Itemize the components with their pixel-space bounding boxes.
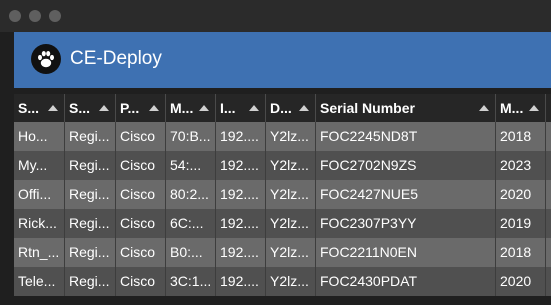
column-header[interactable]: I... [216, 94, 266, 122]
table-cell: 54:... [166, 151, 216, 180]
zoom-window-button[interactable] [49, 10, 61, 22]
table-cell [546, 209, 551, 238]
table-cell: Cisco [116, 238, 166, 267]
sort-ascending-icon [48, 105, 58, 111]
paw-logo-icon [31, 44, 61, 74]
table-cell: FOC2307P3YY [316, 209, 496, 238]
table-row[interactable]: Offi... Regi... Cisco 80:2... 192.... Y2lz...… [14, 180, 551, 209]
table-cell: 192.... [216, 238, 266, 267]
column-header[interactable]: M... [496, 94, 546, 122]
column-header[interactable]: S... [14, 94, 65, 122]
table-cell: Offi... [14, 180, 65, 209]
table-row[interactable]: Rtn_... Regi... Cisco B0:... 192.... Y2lz... F… [14, 238, 551, 267]
table-cell: 2019 [496, 209, 546, 238]
device-table: S... S... P... M... I... D... Serial Number M..… [14, 94, 551, 305]
app-header: CE-Deploy [14, 32, 551, 88]
column-header[interactable]: S... [65, 94, 116, 122]
table-cell: 2020 [496, 267, 546, 296]
table-row[interactable]: Tele... Regi... Cisco 3C:1... 192.... Y2lz...… [14, 267, 551, 296]
table-cell: Y2lz... [266, 209, 316, 238]
sort-ascending-icon [249, 105, 259, 111]
sort-ascending-icon [299, 105, 309, 111]
window-titlebar [0, 0, 551, 32]
table-cell: FOC2211N0EN [316, 238, 496, 267]
table-row[interactable]: Rick... Regi... Cisco 6C:... 192.... Y2lz... F… [14, 209, 551, 238]
table-cell: 6C:... [166, 209, 216, 238]
table-body: Ho... Regi... Cisco 70:B... 192.... Y2lz... FO… [14, 122, 551, 296]
table-cell: FOC2430PDAT [316, 267, 496, 296]
table-cell: Y2lz... [266, 267, 316, 296]
table-cell: Regi... [65, 180, 116, 209]
table-cell: B0:... [166, 238, 216, 267]
table-cell: Y2lz... [266, 122, 316, 151]
table-cell: 192.... [216, 209, 266, 238]
table-cell: 3C:1... [166, 267, 216, 296]
table-cell: Cisco [116, 267, 166, 296]
sort-ascending-icon [529, 105, 539, 111]
table-cell: 2020 [496, 180, 546, 209]
column-header-label: D... [270, 100, 292, 116]
table-cell [546, 180, 551, 209]
table-header: S... S... P... M... I... D... Serial Number M..… [14, 94, 551, 122]
column-header-label: I... [220, 100, 236, 116]
table-cell: FOC2702N9ZS [316, 151, 496, 180]
table-cell [546, 151, 551, 180]
table-cell [546, 267, 551, 296]
close-window-button[interactable] [9, 10, 21, 22]
column-header-label: S... [69, 100, 91, 116]
table-cell: Y2lz... [266, 180, 316, 209]
table-cell: 80:2... [166, 180, 216, 209]
sort-ascending-icon [149, 105, 159, 111]
sort-ascending-icon [199, 105, 209, 111]
sort-ascending-icon [99, 105, 109, 111]
table-cell: Y2lz... [266, 151, 316, 180]
table-row[interactable]: My... Regi... Cisco 54:... 192.... Y2lz... FOC… [14, 151, 551, 180]
table-cell: Tele... [14, 267, 65, 296]
sort-ascending-icon [479, 105, 489, 111]
table-row[interactable]: Ho... Regi... Cisco 70:B... 192.... Y2lz... FO… [14, 122, 551, 151]
table-cell: 192.... [216, 180, 266, 209]
table-cell: Regi... [65, 238, 116, 267]
column-header[interactable] [546, 94, 551, 122]
column-header[interactable]: P... [116, 94, 166, 122]
column-header-label: M... [170, 100, 194, 116]
column-header-label: M... [500, 100, 524, 116]
table-cell: Cisco [116, 122, 166, 151]
table-cell: Regi... [65, 267, 116, 296]
table-cell: Rick... [14, 209, 65, 238]
table-cell: FOC2427NUE5 [316, 180, 496, 209]
table-cell: FOC2245ND8T [316, 122, 496, 151]
table-cell: Rtn_... [14, 238, 65, 267]
table-cell: Regi... [65, 209, 116, 238]
app-title: CE-Deploy [70, 48, 162, 69]
table-cell: Ho... [14, 122, 65, 151]
table-cell: 70:B... [166, 122, 216, 151]
column-header[interactable]: M... [166, 94, 216, 122]
table-cell: Cisco [116, 209, 166, 238]
column-header[interactable]: Serial Number [316, 94, 496, 122]
column-header-label: Serial Number [320, 100, 415, 116]
table-cell: 192.... [216, 122, 266, 151]
table-cell: Regi... [65, 122, 116, 151]
table-cell: Cisco [116, 180, 166, 209]
table-cell: 2018 [496, 122, 546, 151]
column-header-label: S... [18, 100, 40, 116]
table-cell [546, 122, 551, 151]
minimize-window-button[interactable] [29, 10, 41, 22]
table-cell: 2023 [496, 151, 546, 180]
table-cell: 2018 [496, 238, 546, 267]
column-header-label: P... [120, 100, 140, 116]
table-cell: Cisco [116, 151, 166, 180]
table-cell: My... [14, 151, 65, 180]
table-cell: 192.... [216, 267, 266, 296]
table-cell [546, 238, 551, 267]
table-cell: Y2lz... [266, 238, 316, 267]
table-cell: Regi... [65, 151, 116, 180]
table-cell: 192.... [216, 151, 266, 180]
column-header[interactable]: D... [266, 94, 316, 122]
